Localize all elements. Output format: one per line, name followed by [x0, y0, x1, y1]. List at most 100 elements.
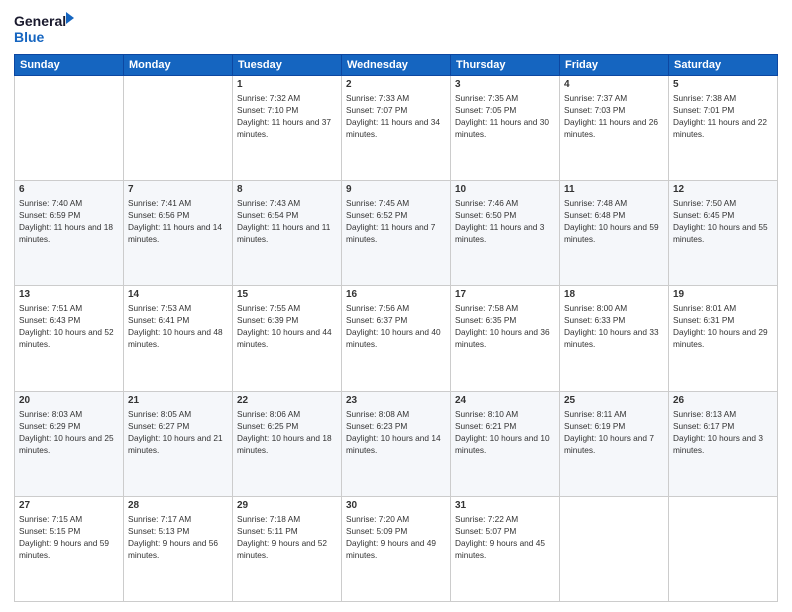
day-number: 6: [19, 184, 119, 195]
day-cell: 2 Sunrise: 7:33 AMSunset: 7:07 PMDaylight…: [342, 76, 451, 181]
week-row-1: 1 Sunrise: 7:32 AMSunset: 7:10 PMDaylight…: [15, 76, 778, 181]
day-info: Sunrise: 7:50 AMSunset: 6:45 PMDaylight:…: [673, 197, 773, 245]
day-number: 13: [19, 289, 119, 300]
day-cell: 29 Sunrise: 7:18 AMSunset: 5:11 PMDayligh…: [233, 496, 342, 601]
day-number: 27: [19, 500, 119, 511]
day-cell: 20Sunrise: 8:03 AMSunset: 6:29 PMDayligh…: [15, 391, 124, 496]
day-info: Sunrise: 7:45 AMSunset: 6:52 PMDaylight:…: [346, 197, 446, 245]
day-number: 22: [237, 395, 337, 406]
day-info: Sunrise: 7:37 AMSunset: 7:03 PMDaylight:…: [564, 92, 664, 140]
day-info: Sunrise: 7:18 AMSunset: 5:11 PMDaylight:…: [237, 513, 337, 561]
day-number: 30: [346, 500, 446, 511]
header: General Blue: [14, 10, 778, 48]
day-cell: 4 Sunrise: 7:37 AMSunset: 7:03 PMDaylight…: [560, 76, 669, 181]
day-info: Sunrise: 7:55 AMSunset: 6:39 PMDaylight:…: [237, 302, 337, 350]
day-cell: 6 Sunrise: 7:40 AMSunset: 6:59 PMDaylight…: [15, 181, 124, 286]
day-cell: [15, 76, 124, 181]
day-info: Sunrise: 7:43 AMSunset: 6:54 PMDaylight:…: [237, 197, 337, 245]
day-number: 25: [564, 395, 664, 406]
day-cell: 24 Sunrise: 8:10 AMSunset: 6:21 PMDayligh…: [451, 391, 560, 496]
day-info: Sunrise: 7:56 AMSunset: 6:37 PMDaylight:…: [346, 302, 446, 350]
day-info: Sunrise: 7:58 AMSunset: 6:35 PMDaylight:…: [455, 302, 555, 350]
day-info: Sunrise: 8:10 AMSunset: 6:21 PMDaylight:…: [455, 408, 555, 456]
weekday-header-wednesday: Wednesday: [342, 55, 451, 76]
day-cell: 17 Sunrise: 7:58 AMSunset: 6:35 PMDayligh…: [451, 286, 560, 391]
day-cell: 8 Sunrise: 7:43 AMSunset: 6:54 PMDaylight…: [233, 181, 342, 286]
day-number: 29: [237, 500, 337, 511]
day-cell: [124, 76, 233, 181]
day-info: Sunrise: 7:17 AMSunset: 5:13 PMDaylight:…: [128, 513, 228, 561]
day-info: Sunrise: 7:32 AMSunset: 7:10 PMDaylight:…: [237, 92, 337, 140]
week-row-4: 20Sunrise: 8:03 AMSunset: 6:29 PMDayligh…: [15, 391, 778, 496]
day-cell: [669, 496, 778, 601]
day-cell: 12 Sunrise: 7:50 AMSunset: 6:45 PMDayligh…: [669, 181, 778, 286]
weekday-header-sunday: Sunday: [15, 55, 124, 76]
week-row-2: 6 Sunrise: 7:40 AMSunset: 6:59 PMDaylight…: [15, 181, 778, 286]
day-number: 18: [564, 289, 664, 300]
day-cell: 26Sunrise: 8:13 AMSunset: 6:17 PMDayligh…: [669, 391, 778, 496]
day-number: 4: [564, 79, 664, 90]
day-number: 21: [128, 395, 228, 406]
day-cell: 27 Sunrise: 7:15 AMSunset: 5:15 PMDayligh…: [15, 496, 124, 601]
calendar-page: General Blue SundayMondayTuesdayWednesda…: [0, 0, 792, 612]
day-number: 26: [673, 395, 773, 406]
day-info: Sunrise: 7:51 AMSunset: 6:43 PMDaylight:…: [19, 302, 119, 350]
day-number: 19: [673, 289, 773, 300]
calendar-table: SundayMondayTuesdayWednesdayThursdayFrid…: [14, 54, 778, 602]
day-number: 15: [237, 289, 337, 300]
day-info: Sunrise: 8:05 AMSunset: 6:27 PMDaylight:…: [128, 408, 228, 456]
day-cell: 18 Sunrise: 8:00 AMSunset: 6:33 PMDayligh…: [560, 286, 669, 391]
day-cell: 31Sunrise: 7:22 AMSunset: 5:07 PMDayligh…: [451, 496, 560, 601]
day-number: 7: [128, 184, 228, 195]
day-cell: 15 Sunrise: 7:55 AMSunset: 6:39 PMDayligh…: [233, 286, 342, 391]
day-number: 16: [346, 289, 446, 300]
day-info: Sunrise: 7:35 AMSunset: 7:05 PMDaylight:…: [455, 92, 555, 140]
logo: General Blue: [14, 10, 74, 48]
day-info: Sunrise: 8:01 AMSunset: 6:31 PMDaylight:…: [673, 302, 773, 350]
day-cell: 5 Sunrise: 7:38 AMSunset: 7:01 PMDaylight…: [669, 76, 778, 181]
day-cell: 9 Sunrise: 7:45 AMSunset: 6:52 PMDaylight…: [342, 181, 451, 286]
day-info: Sunrise: 7:48 AMSunset: 6:48 PMDaylight:…: [564, 197, 664, 245]
day-cell: 7Sunrise: 7:41 AMSunset: 6:56 PMDaylight…: [124, 181, 233, 286]
day-number: 10: [455, 184, 555, 195]
day-number: 28: [128, 500, 228, 511]
day-cell: 10Sunrise: 7:46 AMSunset: 6:50 PMDayligh…: [451, 181, 560, 286]
weekday-header-thursday: Thursday: [451, 55, 560, 76]
day-info: Sunrise: 8:11 AMSunset: 6:19 PMDaylight:…: [564, 408, 664, 456]
day-cell: 14Sunrise: 7:53 AMSunset: 6:41 PMDayligh…: [124, 286, 233, 391]
day-info: Sunrise: 8:03 AMSunset: 6:29 PMDaylight:…: [19, 408, 119, 456]
day-cell: 23Sunrise: 8:08 AMSunset: 6:23 PMDayligh…: [342, 391, 451, 496]
day-info: Sunrise: 7:15 AMSunset: 5:15 PMDaylight:…: [19, 513, 119, 561]
day-info: Sunrise: 8:06 AMSunset: 6:25 PMDaylight:…: [237, 408, 337, 456]
day-info: Sunrise: 7:40 AMSunset: 6:59 PMDaylight:…: [19, 197, 119, 245]
day-number: 3: [455, 79, 555, 90]
day-number: 5: [673, 79, 773, 90]
logo-svg: General Blue: [14, 10, 74, 48]
day-number: 17: [455, 289, 555, 300]
weekday-header-row: SundayMondayTuesdayWednesdayThursdayFrid…: [15, 55, 778, 76]
day-number: 24: [455, 395, 555, 406]
day-info: Sunrise: 7:38 AMSunset: 7:01 PMDaylight:…: [673, 92, 773, 140]
day-cell: 30 Sunrise: 7:20 AMSunset: 5:09 PMDayligh…: [342, 496, 451, 601]
day-number: 12: [673, 184, 773, 195]
week-row-5: 27 Sunrise: 7:15 AMSunset: 5:15 PMDayligh…: [15, 496, 778, 601]
day-cell: 22 Sunrise: 8:06 AMSunset: 6:25 PMDayligh…: [233, 391, 342, 496]
day-number: 1: [237, 79, 337, 90]
day-number: 2: [346, 79, 446, 90]
week-row-3: 13 Sunrise: 7:51 AMSunset: 6:43 PMDayligh…: [15, 286, 778, 391]
day-info: Sunrise: 8:00 AMSunset: 6:33 PMDaylight:…: [564, 302, 664, 350]
day-number: 14: [128, 289, 228, 300]
day-cell: 28 Sunrise: 7:17 AMSunset: 5:13 PMDayligh…: [124, 496, 233, 601]
day-cell: 3 Sunrise: 7:35 AMSunset: 7:05 PMDaylight…: [451, 76, 560, 181]
day-number: 9: [346, 184, 446, 195]
day-info: Sunrise: 7:20 AMSunset: 5:09 PMDaylight:…: [346, 513, 446, 561]
day-info: Sunrise: 8:08 AMSunset: 6:23 PMDaylight:…: [346, 408, 446, 456]
day-cell: 13 Sunrise: 7:51 AMSunset: 6:43 PMDayligh…: [15, 286, 124, 391]
weekday-header-saturday: Saturday: [669, 55, 778, 76]
day-info: Sunrise: 7:33 AMSunset: 7:07 PMDaylight:…: [346, 92, 446, 140]
day-cell: 16 Sunrise: 7:56 AMSunset: 6:37 PMDayligh…: [342, 286, 451, 391]
day-cell: 25 Sunrise: 8:11 AMSunset: 6:19 PMDayligh…: [560, 391, 669, 496]
day-number: 8: [237, 184, 337, 195]
day-cell: 21 Sunrise: 8:05 AMSunset: 6:27 PMDayligh…: [124, 391, 233, 496]
day-cell: [560, 496, 669, 601]
